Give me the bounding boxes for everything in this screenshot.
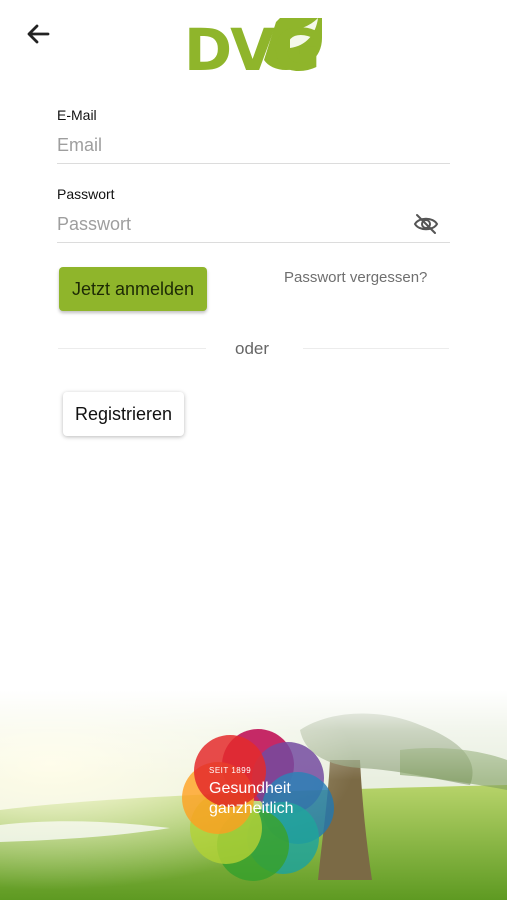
badge-line-1: Gesundheit [209,780,291,797]
divider-right [303,348,449,349]
password-visibility-toggle[interactable] [412,211,440,237]
divider-text: oder [235,339,270,358]
register-button[interactable]: Registrieren [63,392,184,436]
back-button[interactable] [22,18,54,50]
password-input[interactable] [57,207,450,243]
email-label: E-Mail [57,107,97,123]
badge-subtitle: SEIT 1899 [209,766,252,775]
logo-text: DVG [184,16,319,72]
badge-line-2: ganzheitlich [209,800,294,817]
eye-slash-icon [413,214,439,234]
login-button[interactable]: Jetzt anmelden [59,267,207,311]
arrow-left-icon [27,24,50,44]
forgot-password-link[interactable]: Passwort vergessen? [284,269,427,286]
email-input[interactable] [57,128,450,164]
dvg-logo: DVG [184,16,324,84]
divider-left [58,348,206,349]
password-label: Passwort [57,186,115,202]
